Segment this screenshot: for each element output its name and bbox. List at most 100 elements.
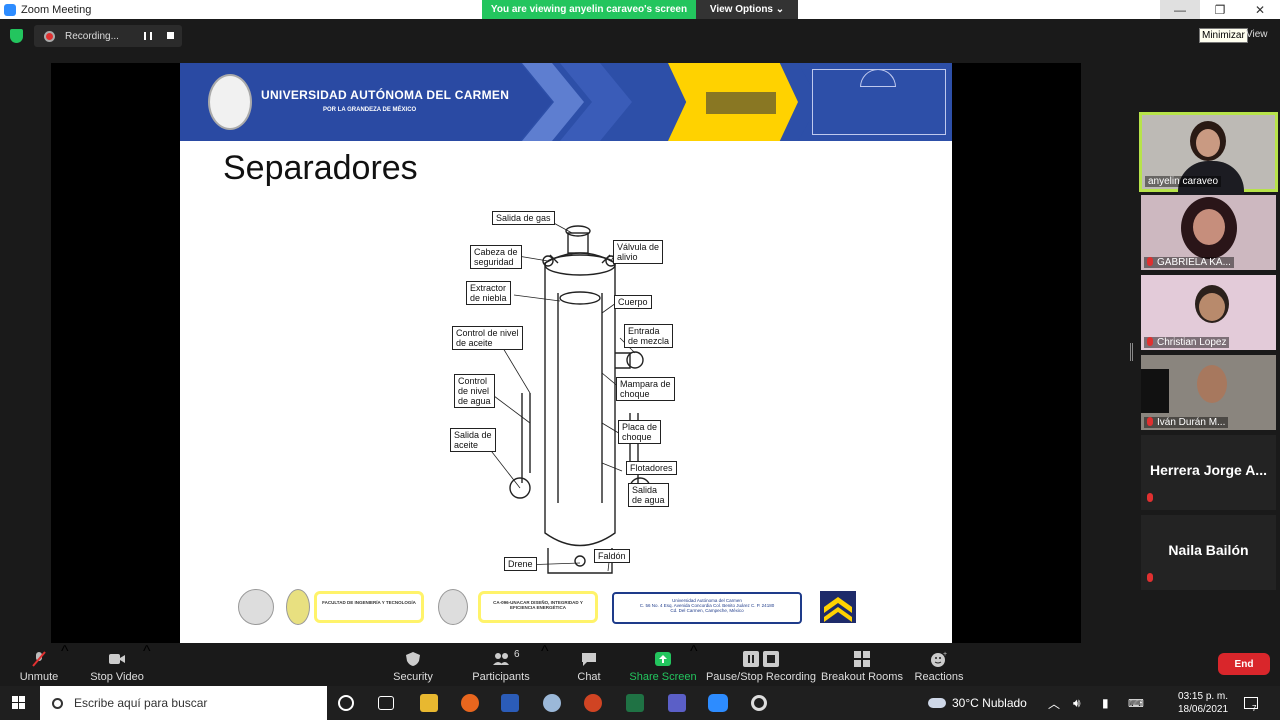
unmute-label: Unmute [19,671,59,683]
audio-options-caret[interactable]: ^ [61,643,69,661]
label-drene: Drene [504,557,537,571]
security-label: Security [393,671,433,683]
research-group-logo [438,589,468,625]
pause-stop-recording-label: Pause/Stop Recording [705,671,817,683]
participant-face [1193,209,1225,245]
reactions-button[interactable]: + Reactions [914,643,964,686]
stop-video-label: Stop Video [90,671,144,683]
security-button[interactable]: Security [392,643,434,686]
view-button[interactable]: View [1246,29,1268,40]
participant-tile[interactable]: Iván Durán M... [1141,355,1276,430]
teams-icon[interactable] [668,694,686,712]
muted-mic-icon [1147,493,1153,502]
microphone-icon[interactable]: ▮ [1102,686,1109,720]
gallery-resize-handle[interactable] [1130,343,1133,361]
view-options-button[interactable]: View Options ⌄ [696,0,798,19]
engineering-seal-logo [286,589,310,625]
meeting-top-bar: Recording... [0,19,1280,53]
video-options-caret[interactable]: ^ [143,643,151,661]
participant-name: Naila Bailón [1168,542,1249,558]
label-cuerpo: Cuerpo [614,295,652,309]
participant-tile[interactable]: Herrera Jorge A... [1141,435,1276,510]
restore-button[interactable]: ❐ [1200,0,1240,19]
slide-header: UNIVERSIDAD AUTÓNOMA DEL CARMEN POR LA G… [180,63,952,141]
participant-name: Herrera Jorge A... [1150,462,1267,478]
muted-mic-icon [32,651,46,667]
system-clock[interactable]: 03:15 p. m. 18/06/2021 [1178,690,1228,716]
participant-tile[interactable]: Christian Lopez [1141,275,1276,350]
taskbar-search-box[interactable]: Escribe aquí para buscar [40,686,327,720]
label-mampara-choque: Mampara de choque [616,377,675,401]
muted-mic-icon [1147,337,1153,346]
share-screen-button[interactable]: Share Screen [629,643,697,686]
end-meeting-button[interactable]: End [1218,653,1270,675]
cloud-icon [928,698,946,708]
chevron-down-icon: ⌄ [775,4,785,15]
viewing-banner-text: You are viewing anyelin caraveo's screen [482,0,696,19]
meeting-controls: Unmute ^ Stop Video ^ Security Participa… [0,643,1280,686]
share-screen-label: Share Screen [629,671,697,683]
paint-icon[interactable] [543,694,561,712]
label-salida-gas: Salida de gas [492,211,555,225]
chat-bubble-icon [582,653,596,666]
participant-name: GABRIELA KA... [1157,257,1231,268]
faculty-box: FACULTAD DE INGENIERÍA Y TECNOLOGÍA [314,591,424,623]
tray-chevron-icon[interactable]: ︿ [1048,686,1060,720]
powerpoint-icon[interactable] [584,694,602,712]
participant-tile[interactable]: Naila Bailón [1141,515,1276,590]
slide-title: Separadores [223,149,418,187]
settings-gear-icon[interactable] [751,695,767,711]
participant-face [1196,129,1220,157]
label-cabeza-seguridad: Cabeza de seguridad [470,245,522,269]
label-salida-agua: Salida de agua [628,483,669,507]
pause-stop-recording-button[interactable]: Pause/Stop Recording [705,643,817,686]
share-screen-icon [655,652,671,666]
share-options-caret[interactable]: ^ [690,643,698,661]
unmute-button[interactable]: Unmute [16,643,62,686]
language-icon[interactable]: ⌨ [1128,686,1144,720]
label-entrada-mezcla: Entrada de mezcla [624,324,674,348]
notifications-icon[interactable]: 7 [1244,686,1258,720]
stop-recording-icon[interactable] [167,32,174,39]
label-faldon: Faldón [594,549,630,563]
participant-tile[interactable]: anyelin caraveo [1139,112,1278,201]
label-valvula-alivio: Válvula de alivio [613,240,664,264]
close-button[interactable]: ✕ [1240,0,1280,19]
label-extractor-niebla: Extractor de niebla [466,281,511,305]
breakout-rooms-label: Breakout Rooms [821,671,903,683]
label-placa-choque: Placa de choque [618,420,662,444]
chat-button[interactable]: Chat [572,643,606,686]
excel-icon[interactable] [626,694,644,712]
file-explorer-icon[interactable] [420,694,438,712]
university-name: UNIVERSIDAD AUTÓNOMA DEL CARMEN [261,88,510,102]
label-control-nivel-agua: Control de nivel de agua [454,374,495,408]
participants-button[interactable]: Participants [472,643,530,686]
weather-widget[interactable]: 30°C Nublado [928,686,1027,720]
firefox-icon[interactable] [461,694,479,712]
smiley-plus-icon: + [931,651,947,667]
speaker-icon[interactable]: 🔊︎ [1073,686,1081,720]
cortana-icon[interactable] [338,695,354,711]
contraloria-logo [706,92,776,114]
recording-status: Recording... [65,30,119,42]
windows-start-icon[interactable] [12,696,26,710]
pause-stop-icon [743,651,779,667]
address-box: Universidad Autónoma del Carmen C. 56 No… [612,592,802,624]
search-icon [52,697,63,709]
stop-video-button[interactable]: Stop Video [88,643,146,686]
zoom-taskbar-icon[interactable] [708,694,728,712]
window-title: Zoom Meeting [21,3,92,16]
participant-video [1141,369,1169,413]
svg-text:+: + [943,651,947,658]
word-icon[interactable] [501,694,519,712]
minimize-button[interactable]: — [1160,0,1200,19]
label-flotadores: Flotadores [626,461,677,475]
participant-tile[interactable]: GABRIELA KA... [1141,195,1276,270]
pause-recording-icon[interactable] [144,32,152,40]
task-view-icon[interactable] [378,696,394,710]
participant-name-label: GABRIELA KA... [1144,257,1234,268]
breakout-rooms-button[interactable]: Breakout Rooms [821,643,903,686]
security-shield-icon[interactable] [10,29,23,43]
view-options-label: View Options [709,4,773,15]
participants-options-caret[interactable]: ^ [541,643,549,661]
